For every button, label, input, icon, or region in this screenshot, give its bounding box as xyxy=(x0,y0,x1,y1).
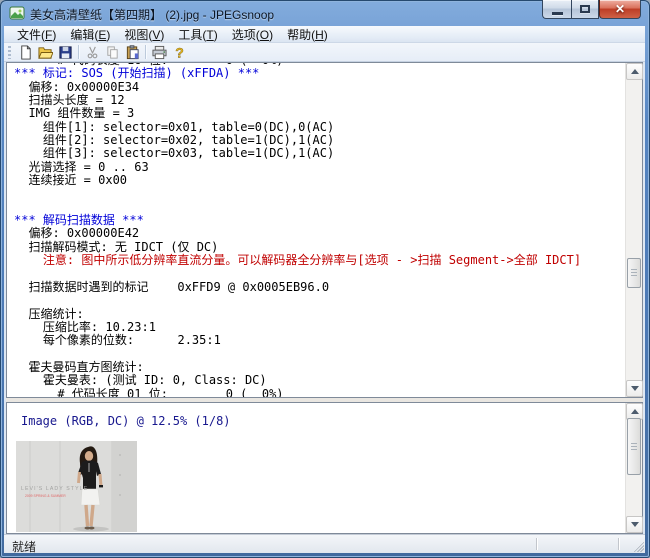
print-button[interactable] xyxy=(149,44,169,61)
menu-mnemonic: H xyxy=(315,28,324,42)
menu-label: 视图( xyxy=(124,28,152,42)
console-line: 组件[1]: selector=0x01, table=0(DC),0(AC) xyxy=(14,121,624,134)
paste-button[interactable] xyxy=(122,44,142,61)
new-file-button[interactable] xyxy=(15,44,35,61)
help-button[interactable]: ? xyxy=(169,44,189,61)
help-icon: ? xyxy=(172,45,187,60)
minimize-icon xyxy=(552,12,563,15)
close-button[interactable]: ✕ xyxy=(599,0,641,19)
menu-item-help[interactable]: 帮助(H) xyxy=(280,25,335,44)
new-file-icon xyxy=(18,45,33,60)
copy-icon xyxy=(105,45,120,60)
status-bar: 就绪 xyxy=(4,534,645,553)
console-line xyxy=(14,187,624,200)
menu-bar: 文件(F) 编辑(E) 视图(V) 工具(T) 选项(O) 帮助(H) xyxy=(4,26,645,43)
scroll-thumb[interactable] xyxy=(627,258,641,288)
open-file-icon xyxy=(38,45,53,60)
scroll-thumb[interactable] xyxy=(627,418,641,475)
console-line: # 代码长度 01 位: 0 ( 0%) xyxy=(14,388,624,397)
main-scrollbar[interactable] xyxy=(625,63,642,397)
console-line xyxy=(14,348,624,361)
minimize-button[interactable] xyxy=(542,0,571,19)
console-line xyxy=(14,294,624,307)
image-preview-pane[interactable]: Image (RGB, DC) @ 12.5% (1/8) xyxy=(6,402,643,534)
scroll-down-button[interactable] xyxy=(626,516,643,533)
menu-label: ) xyxy=(52,28,56,42)
jpegsnoop-window: 美女高清壁纸【第四期】 (2).jpg - JPEGsnoop ✕ 文件(F) … xyxy=(0,0,650,558)
save-file-button[interactable] xyxy=(55,44,75,61)
print-icon xyxy=(152,45,167,60)
arrow-up-icon xyxy=(631,409,639,414)
menu-label: 帮助( xyxy=(287,28,315,42)
scroll-up-button[interactable] xyxy=(626,63,643,80)
menu-label: 编辑( xyxy=(70,28,98,42)
console-line: 霍夫曼表: (测试 ID: 0, Class: DC) xyxy=(14,374,624,387)
status-separator xyxy=(618,538,619,550)
toolbar-gripper[interactable] xyxy=(8,46,11,59)
maximize-icon xyxy=(580,5,590,13)
image-scrollbar[interactable] xyxy=(625,403,642,533)
image-info-label: Image (RGB, DC) @ 12.5% (1/8) xyxy=(21,414,231,428)
arrow-down-icon xyxy=(631,386,639,391)
console-line: *** 标记: SOS (开始扫描) (xFFDA) *** xyxy=(14,67,624,80)
menu-label: ) xyxy=(324,28,328,42)
menu-item-options[interactable]: 选项(O) xyxy=(225,25,280,44)
menu-item-edit[interactable]: 编辑(E) xyxy=(63,25,117,44)
console-line: 注意: 图中所示低分辨率直流分量。可以解码器全分辨率与[选项 - >扫描 Seg… xyxy=(14,254,624,267)
console-line: 每个像素的位数: 2.35:1 xyxy=(14,334,624,347)
menu-item-view[interactable]: 视图(V) xyxy=(117,25,171,44)
cut-icon xyxy=(85,45,100,60)
menu-label: ) xyxy=(214,28,218,42)
thumbnail-brand-text: LEVI'S LADY STYLE xyxy=(21,486,88,492)
close-icon: ✕ xyxy=(615,1,625,18)
menu-label: ) xyxy=(160,28,164,42)
thumb-grip-icon xyxy=(631,269,637,277)
app-icon xyxy=(9,5,25,21)
menu-label: 文件( xyxy=(17,28,45,42)
window-title: 美女高清壁纸【第四期】 (2).jpg - JPEGsnoop xyxy=(30,6,274,23)
menu-label: 工具( xyxy=(178,28,206,42)
cut-button[interactable] xyxy=(82,44,102,61)
status-text: 就绪 xyxy=(12,538,36,555)
title-bar[interactable]: 美女高清壁纸【第四期】 (2).jpg - JPEGsnoop ✕ xyxy=(0,0,650,26)
console-line xyxy=(14,268,624,281)
arrow-down-icon xyxy=(631,522,639,527)
menu-item-tools[interactable]: 工具(T) xyxy=(171,25,224,44)
arrow-up-icon xyxy=(631,69,639,74)
open-file-button[interactable] xyxy=(35,44,55,61)
resize-grip[interactable] xyxy=(631,539,644,552)
client-area: 文件(F) 编辑(E) 视图(V) 工具(T) 选项(O) 帮助(H) xyxy=(4,26,645,553)
menu-mnemonic: O xyxy=(260,28,269,42)
console-line: 组件[2]: selector=0x02, table=1(DC),1(AC) xyxy=(14,134,624,147)
console-line: 扫描数据时遇到的标记 0xFFD9 @ 0x0005EB96.0 xyxy=(14,281,624,294)
svg-text:?: ? xyxy=(175,45,184,60)
scroll-down-button[interactable] xyxy=(626,380,643,397)
console-line: 连续接近 = 0x00 xyxy=(14,174,624,187)
toolbar-separator xyxy=(78,45,79,59)
menu-mnemonic: T xyxy=(206,28,213,42)
toolbar: ? xyxy=(4,43,645,62)
menu-label: 选项( xyxy=(232,28,260,42)
console-line: 压缩统计: xyxy=(14,308,624,321)
toolbar-separator xyxy=(145,45,146,59)
status-separator xyxy=(536,538,537,550)
console-line: IMG 组件数量 = 3 xyxy=(14,107,624,120)
menu-item-file[interactable]: 文件(F) xyxy=(10,25,63,44)
console-text: # 代码长度 16 位: 0 ( 0%)*** 标记: SOS (开始扫描) (… xyxy=(7,63,624,397)
console-line: 组件[3]: selector=0x03, table=1(DC),1(AC) xyxy=(14,147,624,160)
paste-icon xyxy=(125,45,140,60)
preview-thumbnail: LEVI'S LADY STYLE 2009 SPRING & SUMMER xyxy=(16,441,137,532)
save-file-icon xyxy=(58,45,73,60)
menu-label: ) xyxy=(106,28,110,42)
menu-label: ) xyxy=(269,28,273,42)
thumbnail-season-text: 2009 SPRING & SUMMER xyxy=(25,494,66,498)
copy-button[interactable] xyxy=(102,44,122,61)
thumb-grip-icon xyxy=(631,443,637,451)
console-line: 偏移: 0x00000E42 xyxy=(14,227,624,240)
maximize-button[interactable] xyxy=(571,0,599,19)
analysis-output-pane[interactable]: # 代码长度 16 位: 0 ( 0%)*** 标记: SOS (开始扫描) (… xyxy=(6,62,643,398)
window-controls: ✕ xyxy=(542,0,641,19)
